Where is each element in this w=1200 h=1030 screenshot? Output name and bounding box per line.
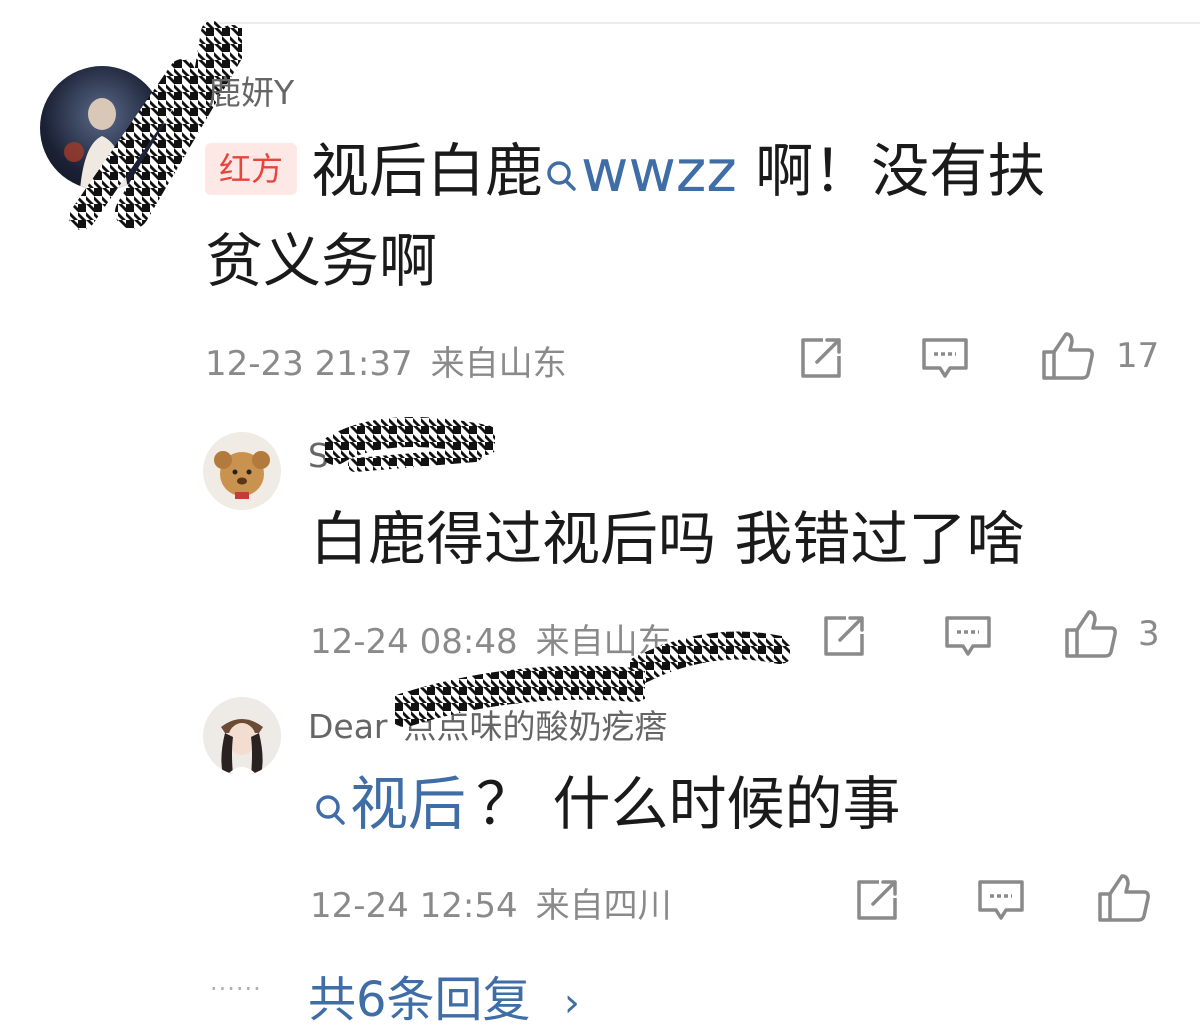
redaction-scribble [630, 631, 790, 684]
thumbs-up-icon[interactable] [1096, 872, 1152, 924]
topic-text: wwzz [581, 137, 737, 205]
thumbs-up-icon[interactable] [1063, 608, 1119, 660]
location: 来自四川 [535, 886, 672, 926]
comment-body: 红方 视后白鹿 wwzz 啊！没有扶 [205, 132, 1045, 210]
divider-dots: ······ [210, 975, 262, 1003]
comment-body-line2: 贫义务啊 [205, 227, 438, 295]
replies-count-label: 共6条回复 [308, 972, 531, 1028]
location: 来自山东 [430, 344, 567, 384]
chevron-right-icon: › [563, 980, 580, 1026]
timestamp: 12-23 21:37 [205, 344, 413, 384]
avatar-image [214, 451, 270, 499]
search-icon [316, 795, 345, 825]
reply-meta: 12-24 12:54 来自四川 [310, 878, 672, 927]
reply-body: 视后？ 什么时候的事 [310, 765, 900, 843]
avatar[interactable] [203, 697, 281, 775]
comment-meta: 12-23 21:37 来自山东 [205, 336, 567, 385]
like-count: 17 [1116, 336, 1160, 376]
comment-icon[interactable] [976, 876, 1026, 924]
avatar-image [221, 719, 263, 775]
avatar[interactable] [203, 432, 281, 510]
comment-text-part: 啊！没有扶 [736, 137, 1046, 205]
comment-username[interactable]: 鹿妍Y [208, 66, 294, 114]
view-all-replies-link[interactable]: 共6条回复 › [308, 960, 580, 1030]
search-icon [547, 161, 576, 191]
comment-icon[interactable] [920, 334, 970, 382]
share-icon[interactable] [797, 334, 845, 382]
redaction-scribble [395, 665, 645, 727]
topic-link[interactable]: wwzz [543, 137, 737, 205]
comment-text-part: 视后白鹿 [311, 137, 544, 205]
topic-link[interactable]: 视后 [310, 770, 466, 838]
share-icon[interactable] [820, 612, 868, 660]
comment-icon[interactable] [943, 612, 993, 660]
thumbs-up-icon[interactable] [1040, 330, 1096, 382]
reply-text-part: ？ 什么时候的事 [476, 770, 901, 838]
faction-badge: 红方 [205, 142, 298, 195]
redaction-scribble [325, 417, 495, 472]
reply-body: 白鹿得过视后吗 我错过了啥 [310, 505, 1025, 573]
timestamp: 12-24 12:54 [310, 886, 518, 926]
share-icon[interactable] [853, 876, 901, 924]
reply-username-visible: Dear [308, 707, 388, 746]
topic-text: 视后 [350, 770, 467, 838]
top-divider [210, 22, 1200, 24]
like-count: 3 [1138, 614, 1160, 654]
